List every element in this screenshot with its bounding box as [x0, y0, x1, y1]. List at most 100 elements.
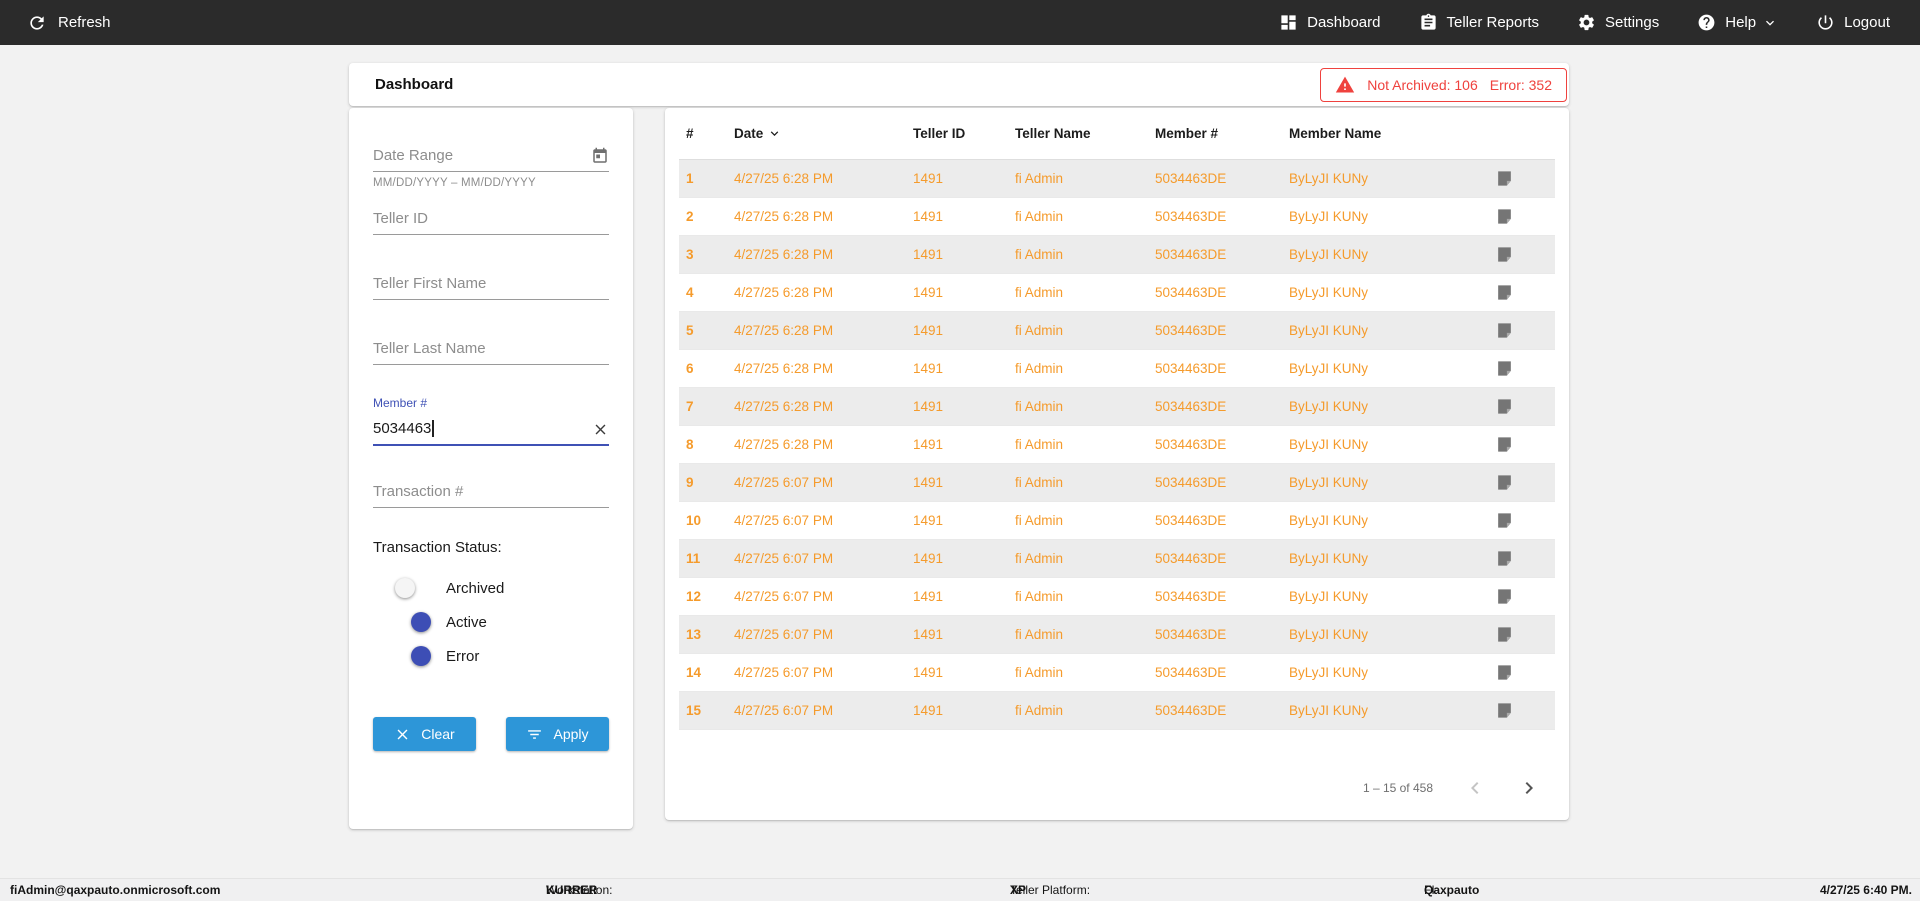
row-member-number: 5034463DE — [1155, 285, 1227, 300]
column-teller-name: Teller Name — [1015, 126, 1091, 141]
user-email: fiAdmin@qaxpauto.onmicrosoft.com — [10, 883, 221, 897]
note-icon[interactable] — [1495, 473, 1555, 492]
workstation-value: KURRER — [546, 883, 598, 897]
row-teller-name: fi Admin — [1015, 171, 1064, 186]
note-icon[interactable] — [1495, 359, 1555, 378]
row-member-number: 5034463DE — [1155, 703, 1227, 718]
alert-badge: Not Archived: 106 Error: 352 — [1320, 67, 1567, 102]
row-member-name: ByLyJI KUNy — [1289, 437, 1369, 452]
row-member-name: ByLyJI KUNy — [1289, 285, 1369, 300]
row-number: 5 — [686, 323, 694, 338]
row-teller-name: fi Admin — [1015, 513, 1064, 528]
table-row[interactable]: 10 4/27/25 6:07 PM 1491 fi Admin 5034463… — [679, 502, 1555, 540]
column-date-sort[interactable]: Date — [734, 126, 913, 141]
toggle-error[interactable]: Error — [395, 639, 609, 673]
note-icon[interactable] — [1495, 283, 1555, 302]
nav-help[interactable]: Help — [1697, 13, 1778, 32]
status-datetime: 4/27/25 6:40 PM. — [1819, 883, 1912, 897]
teller-first-name-input[interactable] — [373, 275, 609, 299]
row-teller-id: 1491 — [913, 475, 944, 490]
row-member-name: ByLyJI KUNy — [1289, 665, 1369, 680]
not-archived-count: Not Archived: 106 — [1367, 76, 1478, 93]
transaction-number-input[interactable] — [373, 483, 609, 507]
row-teller-id: 1491 — [913, 399, 944, 414]
table-row[interactable]: 2 4/27/25 6:28 PM 1491 fi Admin 5034463D… — [679, 198, 1555, 236]
note-icon[interactable] — [1495, 549, 1555, 568]
note-icon[interactable] — [1495, 169, 1555, 188]
teller-id-field — [373, 201, 609, 235]
row-member-number: 5034463DE — [1155, 209, 1227, 224]
row-date: 4/27/25 6:28 PM — [734, 171, 834, 186]
nav-teller-reports[interactable]: Teller Reports — [1419, 13, 1539, 32]
filter-panel: MM/DD/YYYY – MM/DD/YYYY Member # 5034463 — [349, 108, 633, 829]
error-count: Error: 352 — [1489, 76, 1552, 93]
table-row[interactable]: 3 4/27/25 6:28 PM 1491 fi Admin 5034463D… — [679, 236, 1555, 274]
toggle-archived[interactable]: Archived — [395, 571, 609, 605]
row-member-number: 5034463DE — [1155, 171, 1227, 186]
toggle-active[interactable]: Active — [395, 605, 609, 639]
table-row[interactable]: 15 4/27/25 6:07 PM 1491 fi Admin 5034463… — [679, 692, 1555, 730]
table-row[interactable]: 1 4/27/25 6:28 PM 1491 fi Admin 5034463D… — [679, 160, 1555, 198]
teller-last-name-input[interactable] — [373, 340, 609, 364]
clear-field-icon[interactable] — [592, 421, 609, 438]
teller-id-input[interactable] — [373, 210, 609, 234]
row-teller-id: 1491 — [913, 665, 944, 680]
toggle-switch-icon — [395, 612, 431, 632]
note-icon[interactable] — [1495, 321, 1555, 340]
table-header: # Date Teller ID Teller Name Member # Me… — [679, 108, 1555, 160]
note-icon[interactable] — [1495, 625, 1555, 644]
column-member-name: Member Name — [1289, 126, 1382, 141]
note-icon[interactable] — [1495, 435, 1555, 454]
nav-settings[interactable]: Settings — [1577, 13, 1659, 32]
header-card: Dashboard Not Archived: 106 Error: 352 — [349, 63, 1569, 106]
table-row[interactable]: 6 4/27/25 6:28 PM 1491 fi Admin 5034463D… — [679, 350, 1555, 388]
row-member-number: 5034463DE — [1155, 513, 1227, 528]
chevron-right-icon — [1517, 776, 1541, 800]
refresh-button[interactable]: Refresh — [27, 13, 111, 33]
table-row[interactable]: 12 4/27/25 6:07 PM 1491 fi Admin 5034463… — [679, 578, 1555, 616]
row-date: 4/27/25 6:28 PM — [734, 399, 834, 414]
row-date: 4/27/25 6:28 PM — [734, 437, 834, 452]
row-teller-id: 1491 — [913, 513, 944, 528]
note-icon[interactable] — [1495, 397, 1555, 416]
date-format-hint: MM/DD/YYYY – MM/DD/YYYY — [373, 177, 536, 189]
toggle-active-label: Active — [446, 613, 487, 631]
transaction-number-field — [373, 474, 609, 508]
chevron-left-icon — [1463, 776, 1487, 800]
row-teller-id: 1491 — [913, 589, 944, 604]
note-icon[interactable] — [1495, 587, 1555, 606]
power-icon — [1816, 13, 1835, 32]
table-row[interactable]: 11 4/27/25 6:07 PM 1491 fi Admin 5034463… — [679, 540, 1555, 578]
row-teller-name: fi Admin — [1015, 361, 1064, 376]
table-row[interactable]: 4 4/27/25 6:28 PM 1491 fi Admin 5034463D… — [679, 274, 1555, 312]
apply-button[interactable]: Apply — [506, 717, 609, 751]
row-member-number: 5034463DE — [1155, 399, 1227, 414]
note-icon[interactable] — [1495, 207, 1555, 226]
nav-dashboard[interactable]: Dashboard — [1279, 13, 1381, 32]
clipboard-icon — [1419, 13, 1438, 32]
member-number-input[interactable]: 5034463 — [373, 412, 609, 446]
table-row[interactable]: 13 4/27/25 6:07 PM 1491 fi Admin 5034463… — [679, 616, 1555, 654]
table-row[interactable]: 5 4/27/25 6:28 PM 1491 fi Admin 5034463D… — [679, 312, 1555, 350]
nav-logout-label: Logout — [1844, 14, 1890, 31]
row-date: 4/27/25 6:28 PM — [734, 285, 834, 300]
close-icon — [394, 726, 411, 743]
next-page-button[interactable] — [1517, 776, 1541, 800]
previous-page-button[interactable] — [1463, 776, 1487, 800]
table-row[interactable]: 9 4/27/25 6:07 PM 1491 fi Admin 5034463D… — [679, 464, 1555, 502]
table-row[interactable]: 7 4/27/25 6:28 PM 1491 fi Admin 5034463D… — [679, 388, 1555, 426]
date-range-input[interactable] — [373, 147, 591, 171]
row-date: 4/27/25 6:07 PM — [734, 627, 834, 642]
note-icon[interactable] — [1495, 663, 1555, 682]
table-row[interactable]: 14 4/27/25 6:07 PM 1491 fi Admin 5034463… — [679, 654, 1555, 692]
row-number: 3 — [686, 247, 694, 262]
nav-logout[interactable]: Logout — [1816, 13, 1890, 32]
transactions-table: # Date Teller ID Teller Name Member # Me… — [665, 108, 1569, 820]
note-icon[interactable] — [1495, 245, 1555, 264]
calendar-icon[interactable] — [591, 147, 609, 165]
clear-button[interactable]: Clear — [373, 717, 476, 751]
toggle-archived-label: Archived — [446, 579, 505, 597]
note-icon[interactable] — [1495, 511, 1555, 530]
table-row[interactable]: 8 4/27/25 6:28 PM 1491 fi Admin 5034463D… — [679, 426, 1555, 464]
note-icon[interactable] — [1495, 701, 1555, 720]
